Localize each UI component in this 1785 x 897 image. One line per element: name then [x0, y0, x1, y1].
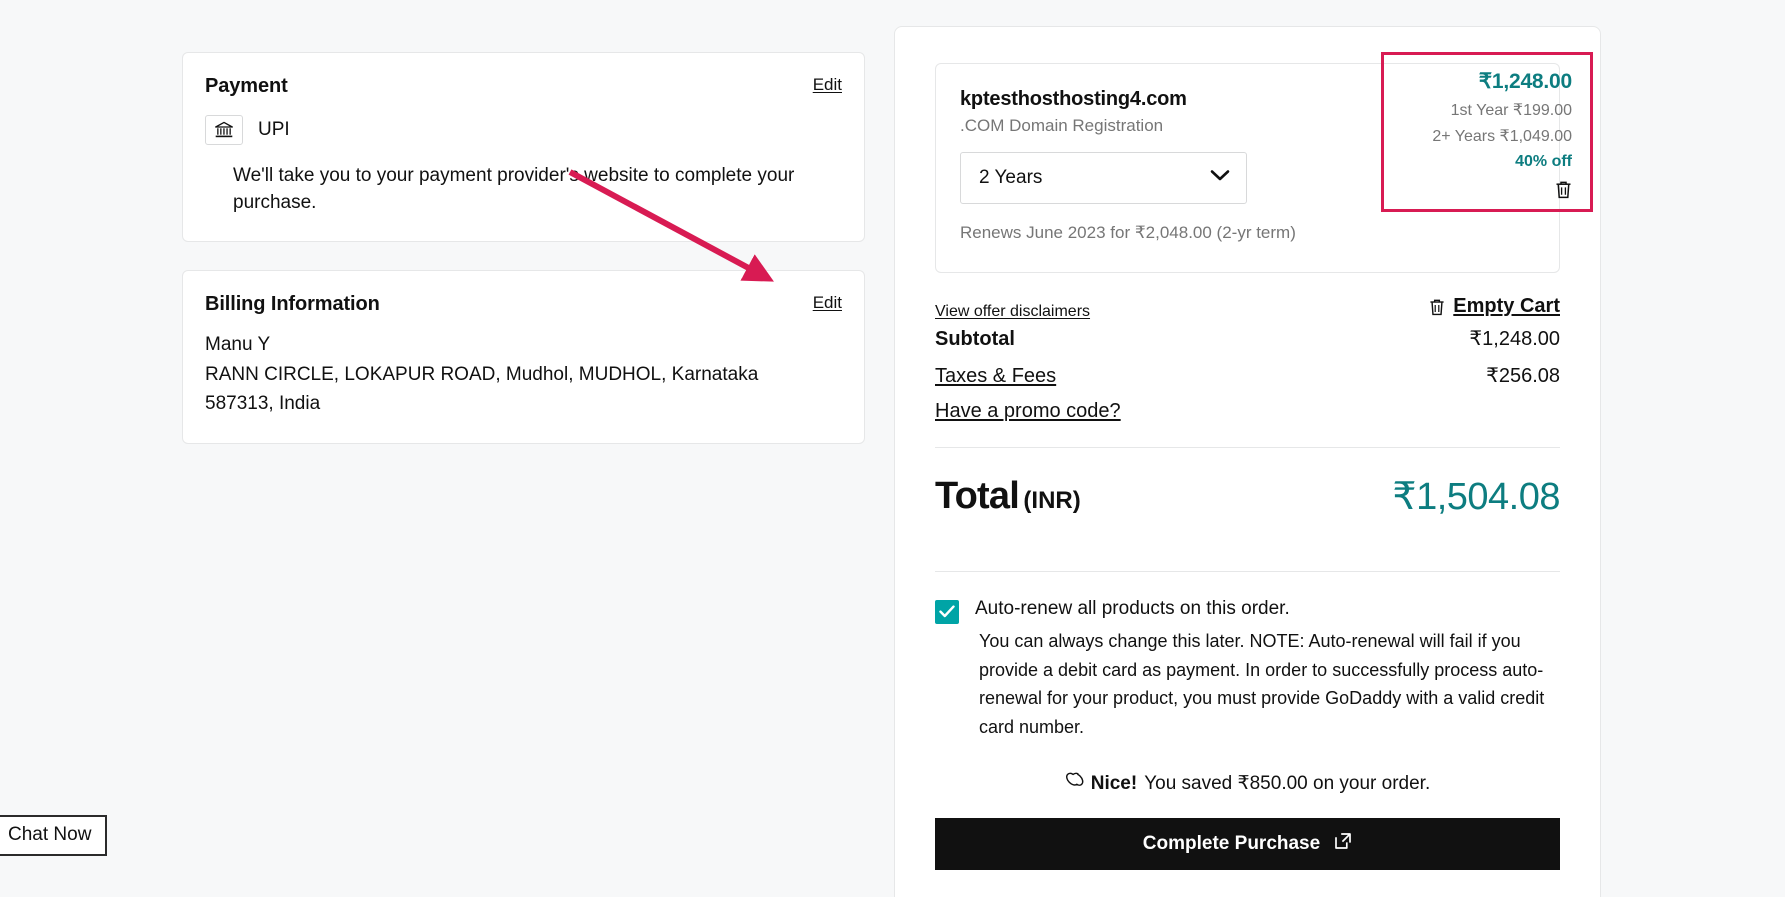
auto-renew-checkbox[interactable] — [935, 599, 959, 624]
bank-icon — [205, 115, 243, 145]
cart-item-card: kptesthosthosting4.com .COM Domain Regis… — [935, 52, 1593, 273]
billing-address-line-1: RANN CIRCLE, LOKAPUR ROAD, Mudhol, MUDHO… — [205, 363, 759, 385]
promo-row: Have a promo code? — [935, 388, 1560, 423]
total-row: Total (INR) ₹1,504.08 — [935, 448, 1560, 547]
auto-renew-text: Auto-renew all products on this order. Y… — [975, 598, 1560, 742]
term-select-value: 2 Years — [979, 167, 1043, 188]
totals-block: View offer disclaimers Empty Cart Subtot… — [935, 295, 1560, 423]
trash-icon — [1556, 181, 1571, 199]
cart-item-price-additional-years: 2+ Years ₹1,049.00 — [1432, 128, 1572, 145]
auto-renew-block: Auto-renew all products on this order. Y… — [935, 572, 1560, 742]
total-value: ₹1,504.08 — [1392, 475, 1560, 518]
cart-item-price-first-year: 1st Year ₹199.00 — [1450, 102, 1572, 119]
cart-item-remove-button[interactable] — [1394, 180, 1572, 199]
payment-method-row: UPI — [205, 115, 842, 145]
subtotal-label: Subtotal — [935, 327, 1015, 350]
empty-cart-button[interactable]: Empty Cart — [1429, 295, 1560, 318]
auto-renew-title: Auto-renew all products on this order. — [975, 597, 1290, 619]
cart-item-price: ₹1,248.00 — [1478, 70, 1573, 93]
total-label-group: Total (INR) — [935, 475, 1081, 518]
payment-panel-header: Payment Edit — [205, 75, 842, 98]
total-label: Total — [935, 474, 1020, 517]
cart-item-renew-note: Renews June 2023 for ₹2,048.00 (2-yr ter… — [960, 223, 1296, 242]
order-summary-panel: kptesthosthosting4.com .COM Domain Regis… — [894, 26, 1601, 897]
empty-cart-label: Empty Cart — [1453, 295, 1560, 317]
taxes-row: Taxes & Fees ₹256.08 — [935, 363, 1560, 388]
disclaimer-row: View offer disclaimers Empty Cart — [935, 295, 1560, 321]
billing-panel: Billing Information Edit Manu Y RANN CIR… — [182, 269, 865, 444]
billing-panel-header: Billing Information Edit — [205, 293, 842, 316]
external-link-icon — [1334, 832, 1352, 856]
total-currency: (INR) — [1023, 486, 1081, 514]
auto-renew-description: You can always change this later. NOTE: … — [979, 631, 1545, 737]
cart-item-discount: 40% off — [1515, 153, 1572, 170]
billing-edit-link[interactable]: Edit — [813, 293, 842, 313]
payment-note: We'll take you to your payment provider'… — [233, 165, 795, 213]
complete-purchase-label: Complete Purchase — [1142, 833, 1321, 855]
savings-text: You saved ₹850.00 on your order. — [1144, 773, 1431, 795]
taxes-value: ₹256.08 — [1486, 364, 1560, 387]
payment-method-label: UPI — [258, 119, 290, 140]
savings-highlight: Nice! — [1090, 772, 1138, 794]
payment-title: Payment — [205, 75, 288, 97]
billing-address: Manu Y RANN CIRCLE, LOKAPUR ROAD, Mudhol… — [205, 330, 805, 419]
checkout-left-column: Payment Edit UPI We'll take you to your … — [182, 52, 865, 444]
payment-panel: Payment Edit UPI We'll take you to your … — [182, 52, 865, 242]
billing-address-line-2: 587313, India — [205, 393, 321, 415]
term-select[interactable]: 2 Years — [960, 152, 1247, 204]
checkout-page: Payment Edit UPI We'll take you to your … — [0, 0, 1785, 897]
godaddy-logo-icon — [1065, 771, 1084, 796]
view-offer-disclaimers-link[interactable]: View offer disclaimers — [935, 303, 1090, 321]
complete-purchase-button[interactable]: Complete Purchase — [935, 818, 1560, 871]
trash-icon — [1430, 299, 1444, 315]
check-icon — [939, 605, 955, 618]
subtotal-row: Subtotal ₹1,248.00 — [935, 326, 1560, 351]
payment-edit-link[interactable]: Edit — [813, 75, 842, 95]
cart-item-price-box: ₹1,248.00 1st Year ₹199.00 2+ Years ₹1,0… — [1381, 52, 1593, 212]
billing-title: Billing Information — [205, 292, 380, 315]
savings-message: Nice! You saved ₹850.00 on your order. — [935, 771, 1560, 796]
promo-code-link[interactable]: Have a promo code? — [935, 400, 1121, 423]
taxes-and-fees-link[interactable]: Taxes & Fees — [935, 365, 1056, 388]
chevron-down-icon — [1210, 169, 1230, 187]
chat-now-button[interactable]: Chat Now — [0, 815, 108, 856]
billing-name: Manu Y — [205, 333, 271, 355]
subtotal-value: ₹1,248.00 — [1469, 327, 1560, 350]
